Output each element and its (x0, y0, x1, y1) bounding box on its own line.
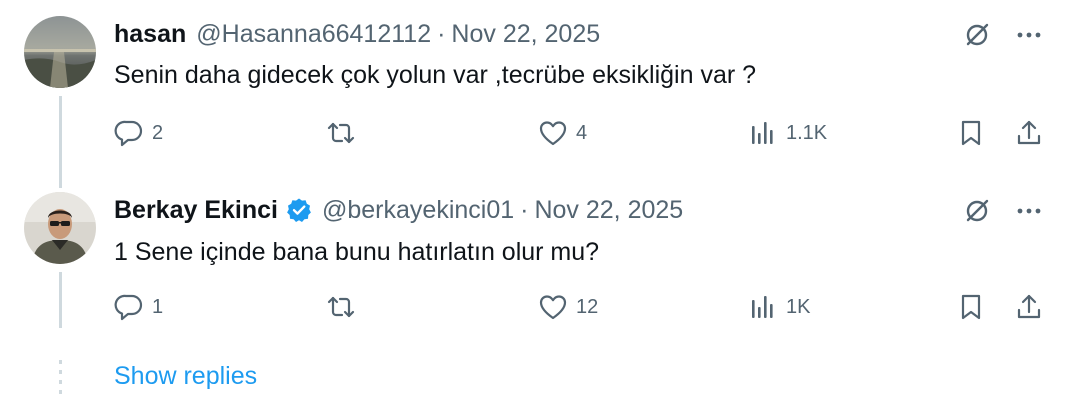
tweet-top-actions (962, 196, 1044, 226)
separator: · (437, 19, 446, 48)
timestamp[interactable]: Nov 22, 2025 (451, 20, 600, 49)
like-icon (539, 295, 567, 320)
reply-button[interactable]: 1 (114, 287, 163, 327)
grok-icon[interactable] (962, 196, 992, 226)
grok-icon[interactable] (962, 20, 992, 50)
tweet-top-actions (962, 20, 1044, 50)
avatar-person-photo-icon (24, 192, 96, 264)
more-icon[interactable] (1014, 20, 1044, 50)
like-button[interactable]: 12 (538, 287, 598, 327)
avatar[interactable] (24, 192, 96, 264)
action-bar: 2 4 1.1K (114, 113, 1044, 153)
separator: · (520, 195, 529, 224)
share-button[interactable] (1014, 287, 1044, 327)
retweet-icon (327, 296, 355, 318)
view-count: 1.1K (786, 121, 828, 144)
avatar[interactable] (24, 16, 96, 88)
retweet-icon (327, 122, 355, 144)
share-button[interactable] (1014, 113, 1044, 153)
like-button[interactable]: 4 (538, 113, 587, 153)
bookmark-icon (961, 294, 981, 320)
view-count: 1K (786, 295, 811, 318)
author-handle[interactable]: @Hasanna66412112 (196, 20, 431, 49)
bookmark-button[interactable] (956, 287, 986, 327)
tweet-header: hasan @Hasanna66412112 · Nov 22, 2025 (114, 16, 600, 52)
reply-tweet[interactable]: hasan @Hasanna66412112 · Nov 22, 2025 Se… (0, 0, 1086, 188)
author-handle[interactable]: @berkayekinci01 (322, 196, 514, 225)
views-button[interactable]: 1K (748, 287, 810, 327)
tweet-header: Berkay Ekinci @berkayekinci01 · Nov 22, … (114, 192, 683, 228)
verified-badge-icon (286, 197, 312, 223)
timestamp[interactable]: Nov 22, 2025 (534, 196, 683, 225)
like-count: 12 (576, 295, 599, 318)
thread-dotted-line (59, 360, 62, 396)
like-count: 4 (576, 121, 588, 144)
show-replies-link[interactable]: Show replies (114, 362, 257, 391)
reply-count: 1 (152, 295, 164, 318)
thread-line (59, 96, 62, 188)
more-icon[interactable] (1014, 196, 1044, 226)
retweet-button[interactable] (326, 113, 364, 153)
action-bar: 1 12 1K (114, 287, 1044, 327)
reply-icon (114, 120, 143, 147)
tweet-text: Senin daha gidecek çok yolun var ,tecrüb… (114, 61, 757, 89)
author-name[interactable]: hasan (114, 20, 186, 49)
retweet-button[interactable] (326, 287, 364, 327)
bookmark-button[interactable] (956, 113, 986, 153)
tweet-text: 1 Sene içinde bana bunu hatırlatın olur … (114, 238, 600, 266)
reply-count: 2 (152, 121, 164, 144)
show-replies-row: Show replies (0, 350, 1086, 404)
author-name[interactable]: Berkay Ekinci (114, 196, 278, 225)
bookmark-icon (961, 120, 981, 146)
like-icon (539, 121, 567, 146)
avatar-sea-photo-icon (24, 16, 96, 88)
views-icon (752, 122, 773, 144)
reply-icon (114, 294, 143, 321)
thread-line (59, 272, 62, 328)
reply-button[interactable]: 2 (114, 113, 163, 153)
share-icon (1017, 294, 1041, 319)
views-icon (752, 296, 773, 318)
views-button[interactable]: 1.1K (748, 113, 827, 153)
share-icon (1017, 120, 1041, 145)
reply-tweet[interactable]: Berkay Ekinci @berkayekinci01 · Nov 22, … (0, 180, 1086, 345)
